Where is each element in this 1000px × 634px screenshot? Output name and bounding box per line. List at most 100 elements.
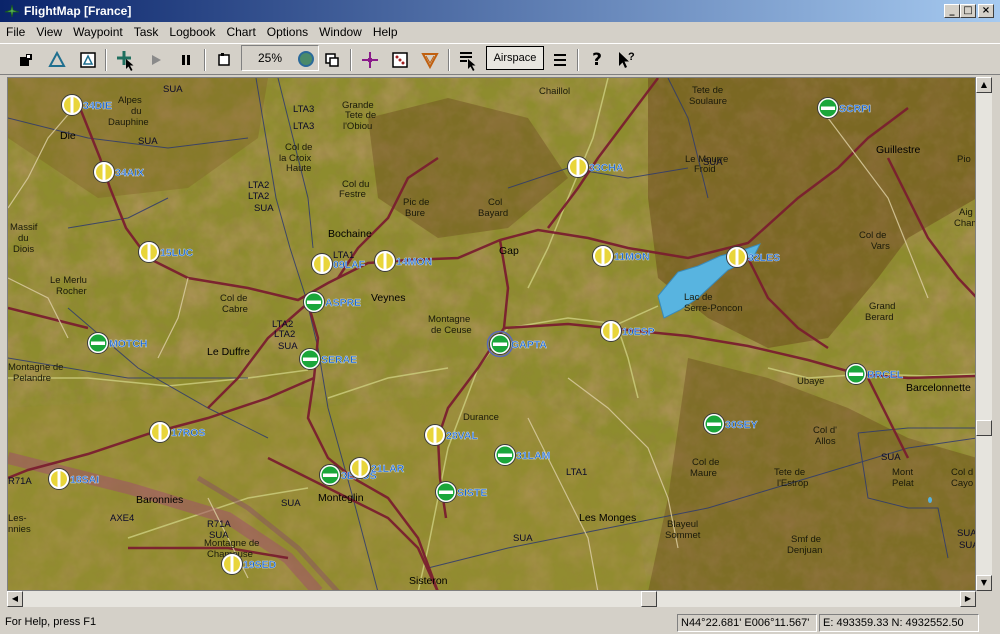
- menu-waypoint[interactable]: Waypoint: [67, 22, 128, 39]
- scroll-left-button[interactable]: ◀: [7, 591, 23, 607]
- waypoint-label[interactable]: 34DIE: [83, 100, 113, 112]
- terrain-label: Berard: [865, 312, 894, 323]
- add-waypoint-icon[interactable]: [114, 48, 138, 72]
- terrain-label: Lac de: [684, 292, 713, 303]
- menu-view[interactable]: View: [30, 22, 67, 39]
- terrain-label: Vars: [871, 241, 890, 252]
- terrain-label: Col de: [220, 293, 247, 304]
- waypoint-label[interactable]: SERAE: [321, 354, 358, 366]
- terrain-label: nnies: [8, 524, 31, 535]
- help-icon[interactable]: ?: [585, 48, 609, 72]
- waypoint-label[interactable]: 18SAI: [70, 474, 100, 486]
- toolbar-separator: [204, 49, 206, 71]
- menu-task[interactable]: Task: [128, 22, 164, 39]
- terrain-label: Allos: [815, 436, 836, 447]
- terrain-label: Serre-Poncon: [684, 303, 743, 314]
- terrain-label: Col de: [859, 230, 886, 241]
- waypoint-label[interactable]: 32LES: [748, 252, 781, 264]
- play-icon[interactable]: [144, 48, 168, 72]
- zoom-control[interactable]: 25%: [241, 45, 319, 71]
- runway-bar: [91, 341, 105, 345]
- waypoint-label[interactable]: MOTCH: [109, 338, 148, 350]
- title-bar[interactable]: FlightMap [France] _ □ ×: [0, 0, 1000, 22]
- runway-bar: [735, 249, 739, 265]
- menu-options[interactable]: Options: [261, 22, 313, 39]
- waypoint-label[interactable]: BRCEL: [867, 369, 904, 381]
- minimize-button[interactable]: _: [944, 4, 960, 18]
- flightmap-window: FlightMap [France] _ □ × File View Waypoin…: [0, 0, 1000, 634]
- terrain-label: Pelandre: [13, 373, 51, 384]
- waypoint-label[interactable]: 19SED: [243, 559, 277, 571]
- zoom-value: 25%: [258, 51, 283, 65]
- vertical-scrollbar[interactable]: ▲ ▼: [976, 77, 992, 591]
- waypoint-label[interactable]: ASPRE: [325, 297, 362, 309]
- context-help-icon[interactable]: ?: [614, 48, 638, 72]
- triangle-icon[interactable]: [45, 48, 69, 72]
- waypoint-label[interactable]: 09LAF: [333, 259, 366, 271]
- vertical-scroll-thumb[interactable]: [976, 420, 992, 436]
- waypoint-label[interactable]: 28VAL: [446, 430, 479, 442]
- terrain-label: Col d': [813, 425, 837, 436]
- menu-help[interactable]: Help: [367, 22, 403, 39]
- menu-window[interactable]: Window: [313, 22, 367, 39]
- zoom-knob-icon[interactable]: [298, 51, 314, 67]
- terrain-map[interactable]: AlpesduDauphineGrandeTete del'ObiouCol d…: [8, 78, 976, 591]
- list-icon[interactable]: [548, 48, 572, 72]
- horizontal-scrollbar[interactable]: ◀ ▶: [7, 591, 976, 607]
- scroll-up-button[interactable]: ▲: [976, 77, 992, 93]
- pilot-icon[interactable]: [14, 48, 38, 72]
- terrain-label: Montagne de: [8, 362, 63, 373]
- waypoint-label[interactable]: 15LUC: [160, 247, 194, 259]
- terrain-label: Tete de: [774, 467, 805, 478]
- terrain-label: Bayard: [478, 208, 508, 219]
- waypoint-label[interactable]: 10ESP: [622, 326, 655, 338]
- menu-file[interactable]: File: [0, 22, 30, 39]
- airspace-label: SUA: [278, 341, 298, 352]
- waypoint-label[interactable]: 33CHA: [589, 162, 624, 174]
- crosshair-icon[interactable]: [358, 48, 382, 72]
- waypoint-label[interactable]: SCRPI: [839, 103, 872, 115]
- airspace-label: SUA: [881, 452, 901, 463]
- runway-bar: [439, 490, 453, 494]
- terrain-label: Le Merlu: [50, 275, 87, 286]
- status-coordinates: E: 493359.33 N: 4932552.50: [819, 614, 979, 632]
- waypoint-label[interactable]: 34AIX: [115, 167, 145, 179]
- place-label: Baronnies: [136, 494, 183, 506]
- map-view[interactable]: Alpes du Dauphine Grande Tete de l'Obiou Col d…: [7, 77, 976, 591]
- maximize-button[interactable]: □: [960, 4, 976, 18]
- funnel-icon[interactable]: [418, 48, 442, 72]
- waypoint-label[interactable]: 11MON: [614, 251, 650, 263]
- waypoint-label[interactable]: 30SEY: [725, 419, 758, 431]
- close-button[interactable]: ×: [978, 4, 994, 18]
- scroll-right-button[interactable]: ▶: [960, 591, 976, 607]
- waypoint-label[interactable]: GAPTA: [511, 339, 548, 351]
- copy-window-icon[interactable]: [320, 48, 344, 72]
- horizontal-scroll-thumb[interactable]: [641, 591, 657, 607]
- dice-icon[interactable]: [388, 48, 412, 72]
- terrain-label: Col de: [285, 142, 312, 153]
- airspace-label: LTA3: [293, 121, 314, 132]
- scroll-down-button[interactable]: ▼: [976, 575, 992, 591]
- waypoint-label[interactable]: SISTE: [457, 487, 488, 499]
- airspace-label: LTA3: [293, 104, 314, 115]
- waypoint-label[interactable]: 21LAR: [371, 463, 405, 475]
- waypoint-label[interactable]: 14MON: [396, 256, 433, 268]
- waypoint-label[interactable]: 31LAM: [516, 450, 551, 462]
- airspace-button[interactable]: Airspace: [486, 46, 544, 70]
- pause-icon[interactable]: [174, 48, 198, 72]
- layers-pointer-icon[interactable]: [456, 48, 480, 72]
- terrain-label: l'Estrop: [777, 478, 808, 489]
- terrain-label: Smf de: [791, 534, 821, 545]
- terrain-label: du: [131, 106, 142, 117]
- runway-bar: [303, 357, 317, 361]
- waypoint-label[interactable]: 17ROS: [171, 427, 206, 439]
- copy-icon[interactable]: [212, 48, 236, 72]
- runway-bar: [601, 248, 605, 264]
- terrain-label: Tete de: [692, 85, 723, 96]
- menu-chart[interactable]: Chart: [220, 22, 260, 39]
- triangle-framed-icon[interactable]: [76, 48, 100, 72]
- lake-small: [928, 497, 932, 503]
- place-label: Die: [60, 130, 76, 142]
- place-label: Bochaine: [328, 228, 372, 240]
- menu-logbook[interactable]: Logbook: [163, 22, 220, 39]
